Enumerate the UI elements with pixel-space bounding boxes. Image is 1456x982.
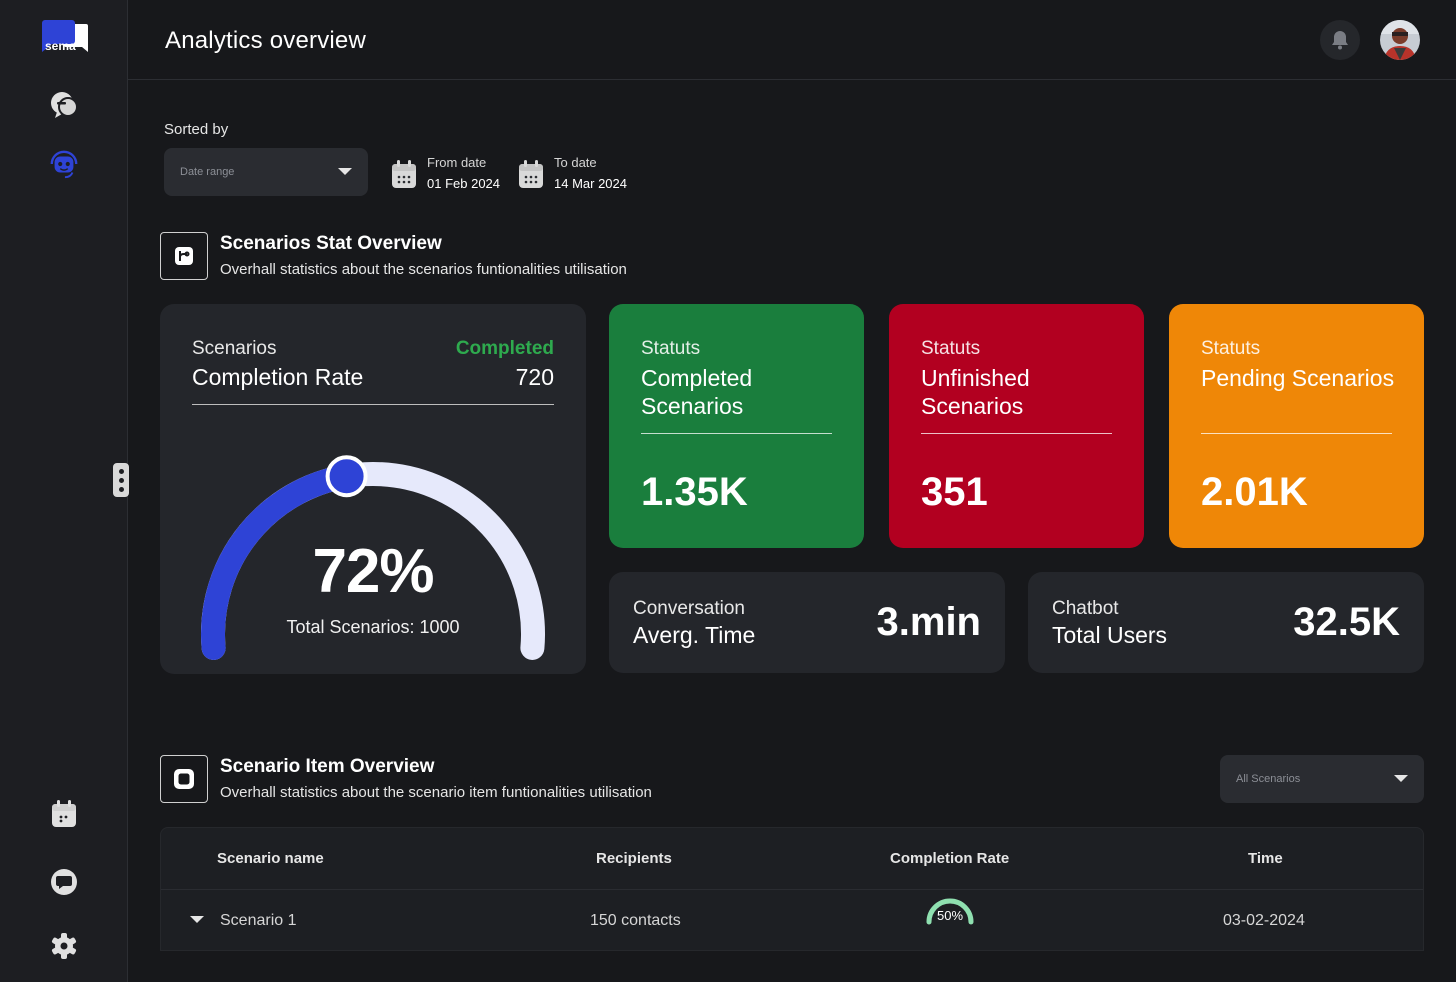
notification-bell-icon[interactable] — [1320, 20, 1360, 60]
total-users-label-small: Chatbot — [1052, 598, 1119, 619]
stat-section-title: Scenarios Stat Overview — [220, 233, 442, 254]
time-cell: 03-02-2024 — [1223, 912, 1305, 929]
message-icon[interactable] — [48, 866, 80, 898]
status-value: 1.35K — [641, 470, 748, 514]
status-title: Pending Scenarios — [1201, 365, 1395, 391]
recipients-cell: 150 contacts — [590, 912, 681, 929]
unfinished-scenarios-card: Statuts Unfinished Scenarios 351 — [889, 304, 1144, 548]
sorted-by-label: Sorted by — [164, 121, 229, 138]
item-section-subtitle: Overhall statistics about the scenario i… — [220, 784, 652, 801]
status-label: Statuts — [1201, 338, 1261, 359]
col-header-completion[interactable]: Completion Rate — [890, 850, 1009, 867]
scenario-flow-icon — [160, 232, 208, 280]
total-users-card: Chatbot Total Users 32.5K — [1028, 572, 1424, 673]
status-label: Statuts — [641, 338, 701, 359]
col-header-time[interactable]: Time — [1248, 850, 1283, 867]
calendar-icon — [392, 160, 416, 188]
sidebar-resize-handle[interactable] — [113, 463, 129, 497]
to-date-label: To date — [554, 155, 597, 170]
top-header: Analytics overview — [128, 0, 1456, 80]
to-date[interactable]: To date 14 Mar 2024 — [518, 153, 627, 195]
divider — [641, 433, 832, 434]
avg-time-label-big: Averg. Time — [633, 622, 756, 648]
date-range-select[interactable]: Date range — [164, 148, 368, 196]
divider — [921, 433, 1112, 434]
total-users-value: 32.5K — [1293, 600, 1400, 644]
page-title: Analytics overview — [165, 27, 367, 54]
completion-rate-card: Scenarios Completion Rate Completed 720 … — [160, 304, 586, 674]
avg-time-value: 3.min — [876, 600, 981, 644]
calendar-icon[interactable] — [48, 798, 80, 830]
date-range-placeholder: Date range — [180, 166, 235, 178]
from-date-value: 01 Feb 2024 — [427, 176, 501, 191]
sidebar: sema — [0, 0, 129, 982]
settings-icon[interactable] — [48, 930, 80, 962]
user-avatar[interactable] — [1380, 20, 1420, 60]
avg-time-card: Conversation Averg. Time 3.min — [609, 572, 1005, 673]
col-header-recipients[interactable]: Recipients — [596, 850, 672, 867]
calendar-icon — [519, 160, 543, 188]
all-scenarios-select[interactable]: All Scenarios — [1220, 755, 1424, 803]
total-scenarios: Total Scenarios: 1000 — [286, 617, 460, 637]
bot-icon[interactable] — [48, 148, 80, 180]
completed-scenarios-card: Statuts Completed Scenarios 1.35K — [609, 304, 864, 548]
row-divider — [161, 889, 1423, 890]
status-title: Unfinished Scenarios — [921, 365, 1030, 419]
from-date[interactable]: From date 01 Feb 2024 — [391, 153, 500, 195]
status-value: 2.01K — [1201, 470, 1308, 514]
pending-scenarios-card: Statuts Pending Scenarios 2.01K — [1169, 304, 1424, 548]
sema-logo[interactable]: sema — [40, 20, 90, 56]
logo-text: sema — [45, 39, 76, 53]
divider — [1201, 433, 1392, 434]
to-date-value: 14 Mar 2024 — [554, 176, 627, 191]
chevron-down-icon — [1394, 775, 1408, 782]
rate-cell: 50% — [936, 908, 964, 923]
completion-percent: 72% — [312, 537, 434, 606]
gauge-knob — [325, 455, 368, 498]
expand-row-icon[interactable] — [190, 916, 204, 924]
stat-section-subtitle: Overhall statistics about the scenarios … — [220, 261, 627, 278]
avg-time-label-small: Conversation — [633, 598, 745, 619]
col-header-name[interactable]: Scenario name — [217, 850, 324, 867]
all-scenarios-placeholder: All Scenarios — [1236, 773, 1301, 785]
status-title: Completed Scenarios — [641, 365, 753, 419]
from-date-label: From date — [427, 155, 487, 170]
chat-icon[interactable] — [48, 89, 80, 121]
scenario-name-cell: Scenario 1 — [220, 912, 297, 929]
status-label: Statuts — [921, 338, 981, 359]
scenario-item-icon — [160, 755, 208, 803]
total-users-label-big: Total Users — [1052, 622, 1168, 648]
chevron-down-icon — [338, 168, 352, 175]
item-section-title: Scenario Item Overview — [220, 756, 435, 777]
status-value: 351 — [921, 470, 988, 514]
scenario-table: Scenario name Recipients Completion Rate… — [160, 827, 1424, 951]
